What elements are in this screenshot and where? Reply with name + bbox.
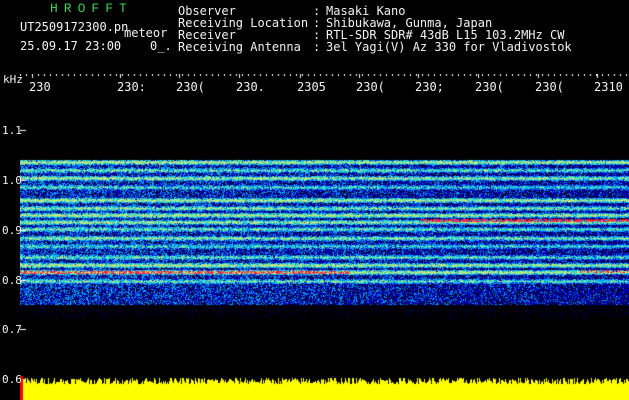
info-labels: Observer Receiving Location Receiver Rec… — [178, 5, 308, 53]
x-tick-label: 2305 — [297, 80, 326, 94]
x-tick-label: 230 — [29, 80, 51, 94]
meteor-label: meteor — [124, 26, 168, 40]
x-tick-label: 230. — [236, 80, 265, 94]
info-colons: : : : : — [313, 5, 320, 53]
y-tick-label: 1.1 — [2, 124, 22, 137]
axis-unit-label: kHz — [3, 73, 23, 86]
x-tick-label: 230( — [356, 80, 385, 94]
spectrogram-image — [20, 74, 629, 400]
x-tick-label: 230( — [535, 80, 564, 94]
x-tick-label: 230( — [475, 80, 504, 94]
y-tick-label: 0.8 — [2, 274, 22, 287]
hrofft-logo: HROFFT — [50, 1, 133, 16]
date-time: 25.09.17 23:00 0_. — [20, 39, 172, 53]
x-tick-label: 2310 — [594, 80, 623, 94]
antenna-label: Receiving Antenna — [178, 40, 301, 54]
y-tick-label: 0.6 — [2, 373, 22, 386]
info-values: Masaki Kano Shibukawa, Gunma, Japan RTL-… — [326, 5, 572, 53]
antenna-value: 3el Yagi(V) Az 330 for Vladivostok — [326, 40, 572, 54]
x-tick-label: 230: — [117, 80, 146, 94]
y-tick-label: 0.9 — [2, 224, 22, 237]
spectrogram-window: HROFFT UT2509172300.pn meteor 25.09.17 2… — [0, 0, 629, 400]
x-tick-label: 230; — [415, 80, 444, 94]
y-tick-label: 1.0 — [2, 174, 22, 187]
y-tick-label: 0.7 — [2, 323, 22, 336]
x-tick-label: 230( — [176, 80, 205, 94]
colon: : — [313, 40, 321, 54]
file-name: UT2509172300.pn — [20, 20, 129, 34]
